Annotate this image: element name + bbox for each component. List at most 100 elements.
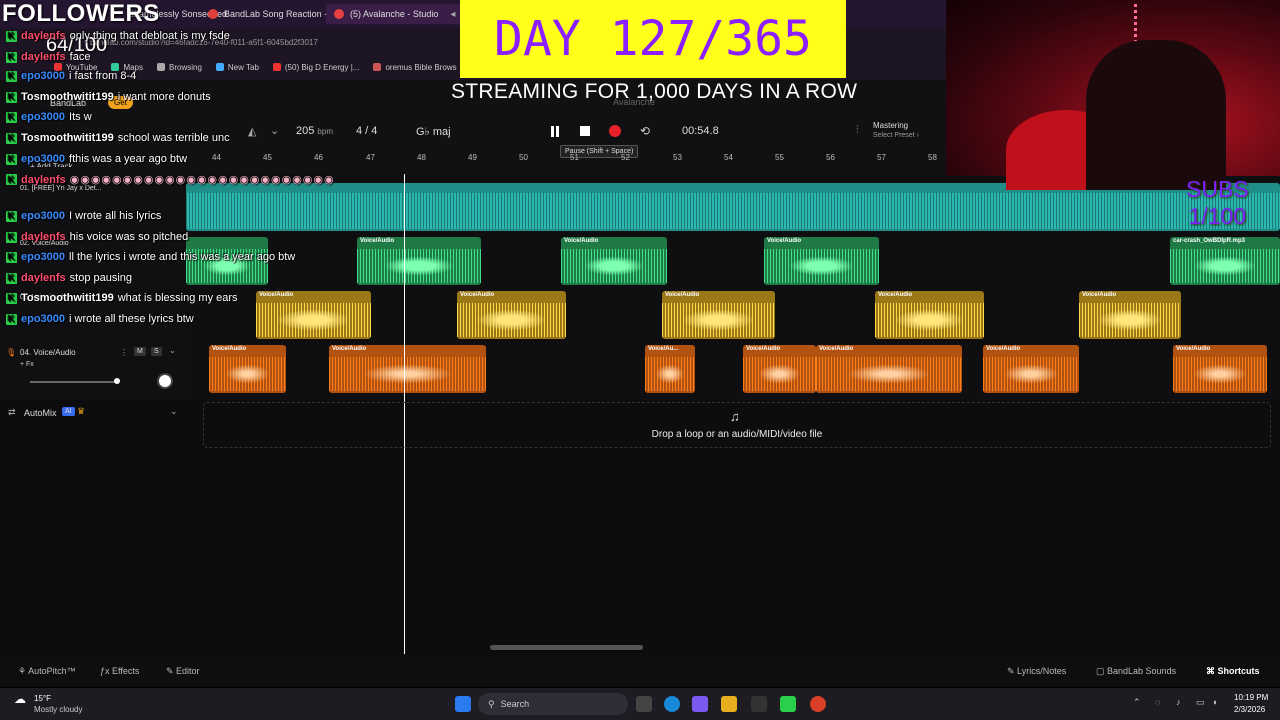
file-explorer-icon[interactable] <box>721 696 737 712</box>
effects-button[interactable]: ƒx Effects <box>100 666 139 676</box>
windows-start-icon[interactable] <box>455 696 471 712</box>
store-icon[interactable] <box>751 696 767 712</box>
tab-avalanche-studio[interactable]: (5) Avalanche - Studio ◂ <box>326 4 464 24</box>
waveform <box>645 357 695 391</box>
key-selector[interactable]: G♭ maj <box>416 125 451 138</box>
clock-time[interactable]: 10:19 PM <box>1234 693 1268 702</box>
record-button[interactable] <box>606 123 624 139</box>
bookmark-maps[interactable]: Maps <box>111 60 143 74</box>
tab-label: (5) Avalanche - Studio <box>350 9 439 19</box>
mastering-preset[interactable]: Select Preset › <box>873 132 919 139</box>
clock-date[interactable]: 2/3/2026 <box>1234 705 1265 714</box>
volume-icon[interactable]: ◖ <box>1212 697 1217 707</box>
key-icon: G♭ <box>416 126 430 138</box>
waveform <box>457 303 566 337</box>
fx-button[interactable]: + Fx <box>20 361 34 368</box>
solo-button[interactable]: S <box>151 347 162 356</box>
chevron-up-icon[interactable]: ⌃ <box>1133 697 1141 708</box>
automix-row[interactable]: ⇄ AutoMix AI ♛ ⌄ <box>0 404 186 424</box>
bandlab-icon <box>334 9 344 19</box>
volume-slider[interactable] <box>30 378 120 384</box>
stop-button[interactable] <box>576 123 594 139</box>
time-signature[interactable]: 4 / 4 <box>356 125 377 137</box>
close-icon[interactable]: ◂ <box>450 9 455 20</box>
bookmark-youtube[interactable]: YouTube <box>54 60 97 74</box>
youtube-icon <box>54 63 62 71</box>
get-button[interactable]: Get <box>108 96 133 109</box>
audio-clip[interactable]: Voice/Audio <box>209 345 286 393</box>
editor-button[interactable]: ✎ Editor <box>166 666 200 677</box>
waveform <box>1170 249 1280 283</box>
volume-slider-thumb[interactable] <box>114 378 120 384</box>
mute-button[interactable]: M <box>134 347 146 356</box>
audio-clip[interactable]: Voice/Audio <box>662 291 775 339</box>
waveform <box>1173 357 1267 391</box>
edge-icon[interactable] <box>664 696 680 712</box>
copilot-icon[interactable] <box>692 696 708 712</box>
ruler-mark: 46 <box>314 153 323 162</box>
bookmark-oremus[interactable]: oremus Bible Brows <box>373 60 457 74</box>
chevron-down-icon[interactable]: ⌄ <box>169 346 176 355</box>
track-name: 04. Voice/Audio <box>20 348 76 357</box>
pause-button[interactable] <box>546 123 564 139</box>
chrome-icon[interactable] <box>810 696 826 712</box>
crown-icon: ♛ <box>77 406 86 416</box>
weather-temp[interactable]: 15°F <box>34 694 51 703</box>
kick-app-icon[interactable] <box>780 696 796 712</box>
waveform <box>561 249 667 283</box>
audio-clip[interactable]: Voice/Audio <box>743 345 816 393</box>
autopitch-button[interactable]: ⚘ AutoPitch™ <box>18 666 76 677</box>
network-icon[interactable]: ◌ <box>1155 697 1160 707</box>
ruler-mark: 54 <box>724 153 733 162</box>
bookmark-new-tab[interactable]: New Tab <box>215 60 259 74</box>
bpm-value[interactable]: 205 bpm <box>296 125 333 137</box>
audio-clip[interactable]: Voice/Audio <box>1079 291 1181 339</box>
audio-clip[interactable]: Voice/Audio <box>256 291 371 339</box>
mastering-label[interactable]: Mastering <box>873 121 908 130</box>
youtube-icon <box>272 63 281 71</box>
subs-title: SUBS <box>1186 176 1249 202</box>
globe-icon <box>215 63 224 71</box>
track-headers: 01. [FREE] Yn Jay x Det... 02. Voice/Aud… <box>0 167 186 400</box>
audio-clip[interactable] <box>186 237 268 285</box>
audio-clip[interactable]: Voice/Audio <box>1173 345 1267 393</box>
bookmark-big-d[interactable]: (50) Big D Energy |... <box>272 60 359 74</box>
audio-clip[interactable]: Voice/Au... <box>645 345 695 393</box>
audio-clip[interactable]: Voice/Audio <box>561 237 667 285</box>
search-icon: ⚲ <box>488 698 495 709</box>
taskbar-search[interactable]: ⚲ Search <box>478 693 628 715</box>
bookmark-browsing[interactable]: Browsing <box>157 60 202 74</box>
audio-clip[interactable]: Voice/Audio <box>764 237 879 285</box>
audio-clip[interactable]: Voice/Audio <box>457 291 566 339</box>
chevron-down-icon[interactable]: ⌄ <box>270 124 279 137</box>
weather-desc[interactable]: Mostly cloudy <box>34 705 82 714</box>
audio-clip[interactable]: Voice/Audio <box>329 345 486 393</box>
waveform <box>816 357 962 391</box>
audio-clip[interactable]: Voice/Audio <box>816 345 962 393</box>
ruler-mark: 51 <box>570 153 579 162</box>
metronome-icon[interactable]: ◭ <box>248 125 256 138</box>
drop-zone[interactable]: ♫ Drop a loop or an audio/MIDI/video fil… <box>203 402 1271 448</box>
ruler-mark: 50 <box>519 153 528 162</box>
audio-clip[interactable]: Voice/Audio <box>875 291 984 339</box>
task-view-icon[interactable] <box>636 696 652 712</box>
horizontal-scrollbar[interactable] <box>490 645 643 650</box>
ruler-mark: 57 <box>877 153 886 162</box>
ruler-mark: 52 <box>621 153 630 162</box>
bandlab-sounds-button[interactable]: ▢ BandLab Sounds <box>1096 666 1176 677</box>
audio-clip[interactable] <box>186 183 1280 231</box>
chevron-down-icon[interactable]: ⌄ <box>170 406 178 417</box>
lyrics-notes-button[interactable]: ✎ Lyrics/Notes <box>1007 666 1066 677</box>
audio-clip[interactable]: Voice/Audio <box>357 237 481 285</box>
audio-clip[interactable]: Voice/Audio <box>983 345 1079 393</box>
mic-icon[interactable]: ♪ <box>1176 697 1181 707</box>
subs-goal: SUBS 1/100 <box>1186 176 1249 230</box>
waveform <box>764 249 879 283</box>
more-icon[interactable]: ⋮ <box>120 348 128 357</box>
display-icon[interactable]: ▭ <box>1196 697 1205 708</box>
pan-knob[interactable] <box>157 373 173 389</box>
audio-clip[interactable]: car-crash_OwBDIpR.mp3 <box>1170 237 1280 285</box>
loop-button[interactable]: ⟲ <box>636 123 654 139</box>
ruler-mark: 44 <box>212 153 221 162</box>
shortcuts-button[interactable]: ⌘ Shortcuts <box>1206 666 1260 677</box>
